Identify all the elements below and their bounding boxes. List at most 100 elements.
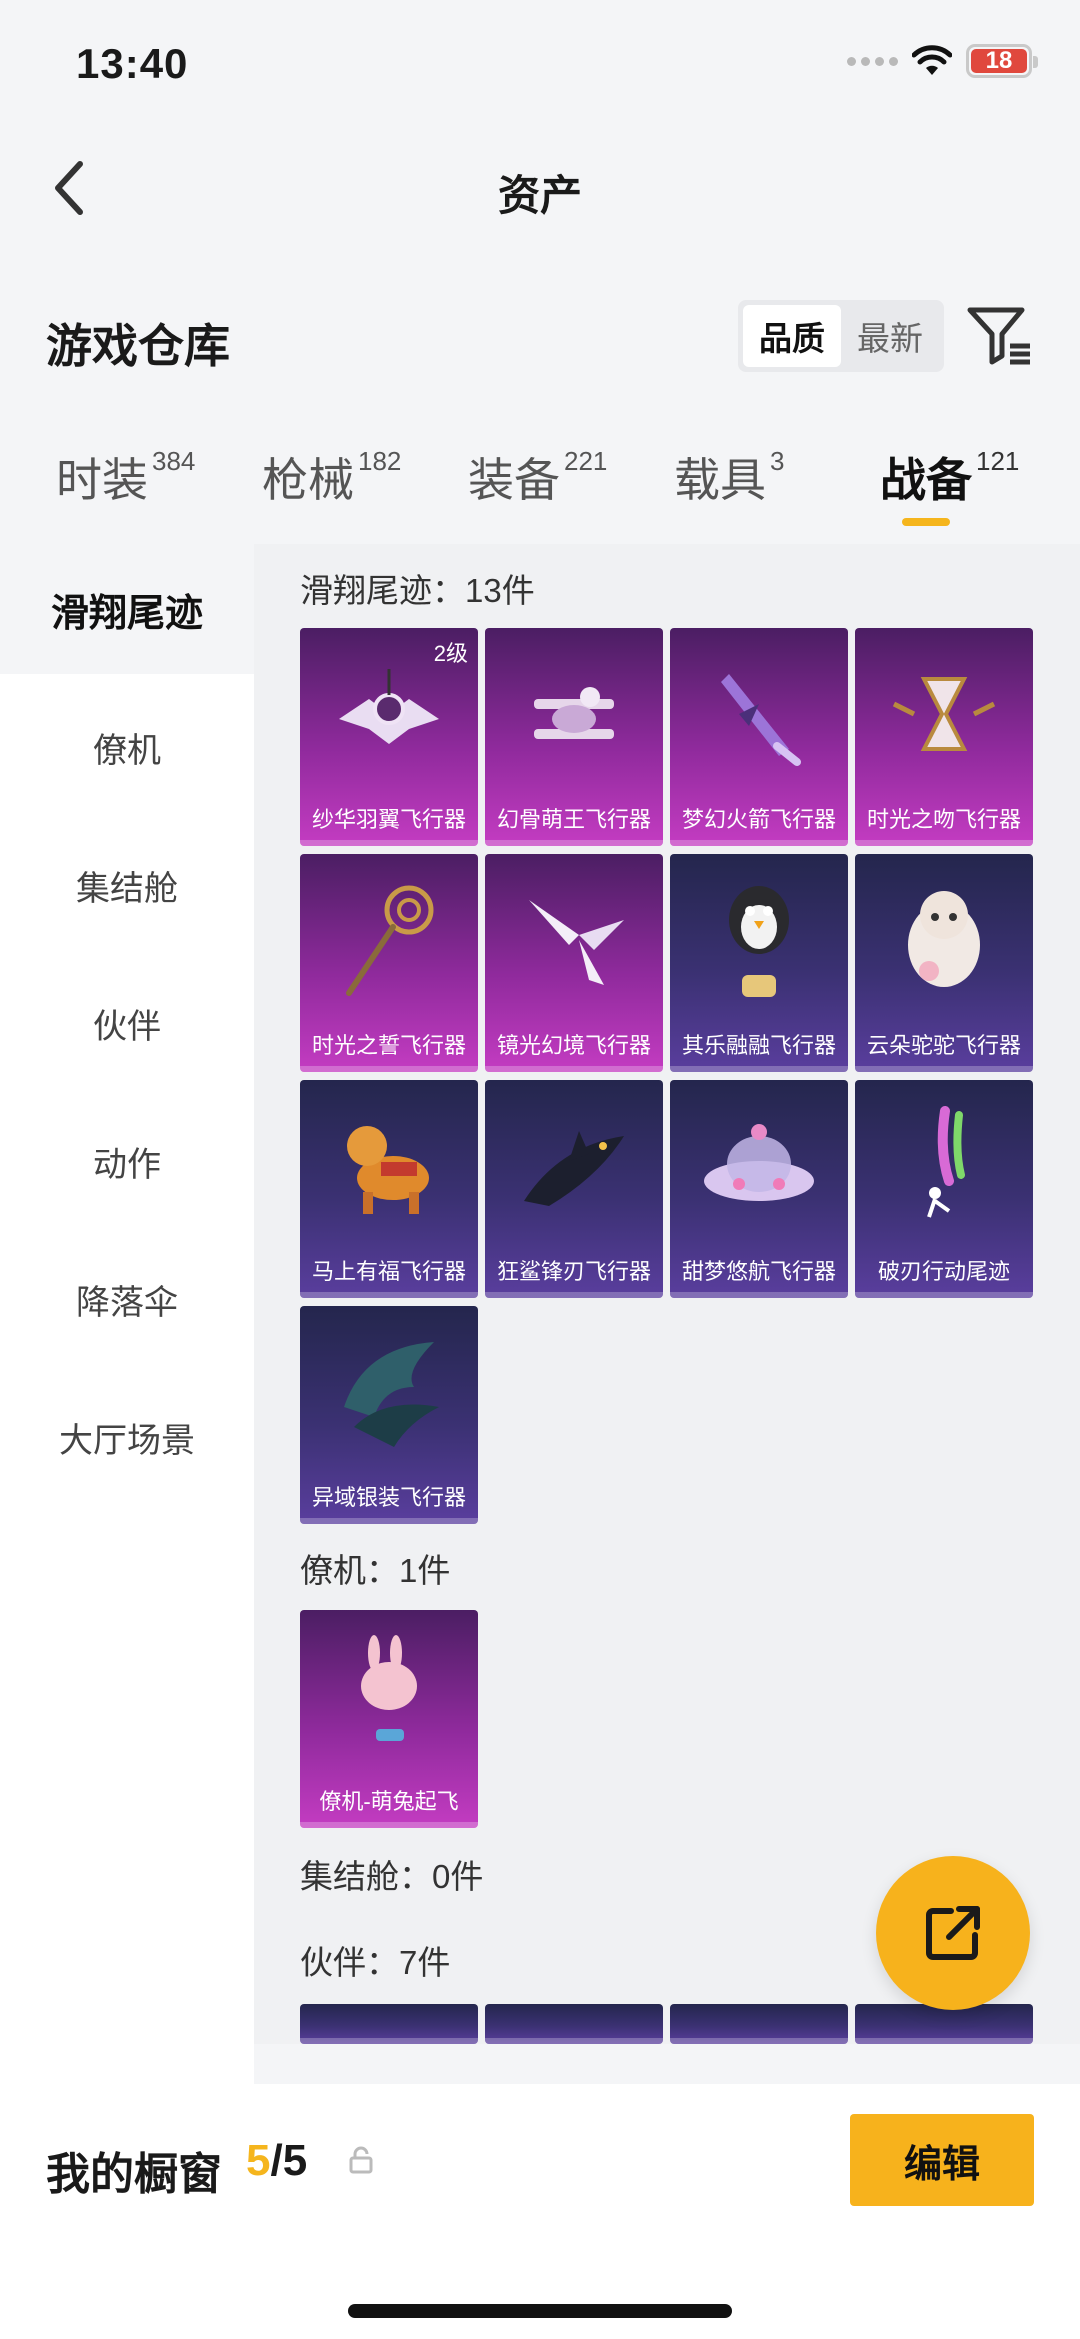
item-name: 云朵驼驼飞行器 [866, 1033, 1021, 1058]
warehouse-header: 游戏仓库 品质 最新 [0, 290, 1080, 380]
tab-vehicles[interactable]: 载具 3 [674, 444, 784, 510]
bunny-drone-icon [300, 1610, 478, 1782]
item-card[interactable]: 破刃行动尾迹 [855, 1080, 1033, 1298]
sort-quality-button[interactable]: 品质 [743, 305, 841, 367]
sidebar-item-lobby-scene[interactable]: 大厅场景 [0, 1372, 254, 1502]
tab-count: 121 [976, 446, 1020, 476]
showcase-label: 我的橱窗 [46, 2150, 222, 2199]
tab-guns[interactable]: 枪械 182 [262, 444, 401, 510]
showcase-total: /5 [270, 2136, 308, 2185]
share-button[interactable] [876, 1856, 1030, 2010]
filter-button[interactable] [966, 304, 1034, 368]
tab-count: 3 [770, 446, 785, 476]
battery-icon: 18 [966, 44, 1038, 78]
tab-label: 枪械 [262, 454, 354, 506]
tab-label: 时装 [56, 454, 148, 506]
status-indicators: 18 [847, 44, 1038, 78]
tab-count: 384 [152, 446, 196, 476]
item-card[interactable]: 云朵驼驼飞行器 [855, 854, 1033, 1072]
item-name: 幻骨萌王飞行器 [496, 807, 651, 832]
toy-horse-icon [300, 1080, 478, 1252]
battery-level: 18 [971, 47, 1027, 74]
crystal-wings-icon [485, 854, 663, 1026]
tab-fashion[interactable]: 时装 384 [56, 444, 195, 510]
item-card[interactable]: 梦幻火箭飞行器 [670, 628, 848, 846]
tab-battle-gear[interactable]: 战备 121 [880, 444, 1019, 510]
tab-label: 载具 [674, 454, 766, 506]
status-time: 13:40 [76, 40, 189, 87]
smoke-trail-icon [855, 1080, 1033, 1252]
item-name: 梦幻火箭飞行器 [681, 807, 836, 832]
item-card[interactable]: 镜光幻境飞行器 [485, 854, 663, 1072]
signal-icon [847, 56, 898, 66]
item-card[interactable]: 时光之誓飞行器 [300, 854, 478, 1072]
page-title: 资产 [497, 172, 582, 219]
tab-equipment[interactable]: 装备 221 [468, 444, 607, 510]
sidebar-item-wingman[interactable]: 僚机 [0, 682, 254, 812]
share-icon [926, 1906, 980, 1960]
edit-button[interactable]: 编辑 [850, 2114, 1034, 2206]
sort-toggle: 品质 最新 [738, 300, 944, 372]
item-card[interactable]: 马上有福飞行器 [300, 1080, 478, 1298]
item-name: 异域银装飞行器 [311, 1485, 466, 1510]
nav-bar: 资产 [0, 140, 1080, 236]
sidebar-item-glide-trail[interactable]: 滑翔尾迹 [0, 544, 254, 674]
status-bar: 13:40 18 [0, 0, 1080, 130]
sidebar-item-rally-pod[interactable]: 集结舱 [0, 820, 254, 950]
item-card[interactable]: 异域银装飞行器 [300, 1306, 478, 1524]
rocket-icon [670, 628, 848, 800]
item-content: 滑翔尾迹：13件 2级 纱华羽翼飞行器 幻骨萌王飞行器 梦幻火箭飞行器 时光之吻… [254, 544, 1080, 2044]
item-card[interactable]: 其乐融融飞行器 [670, 854, 848, 1072]
item-name: 狂鲨锋刃飞行器 [496, 1259, 651, 1284]
lock-icon [348, 2146, 374, 2179]
sort-newest-button[interactable]: 最新 [841, 305, 939, 367]
showcase-count: 5/5 [246, 2136, 307, 2186]
item-name: 纱华羽翼飞行器 [311, 807, 466, 832]
item-card[interactable]: 僚机-萌兔起飞 [300, 1610, 478, 1828]
item-card[interactable]: 幻骨萌王飞行器 [485, 628, 663, 846]
item-card[interactable] [855, 2004, 1033, 2044]
bottom-bar: 我的橱窗 5/5 编辑 [0, 2084, 1080, 2339]
item-card[interactable] [670, 2004, 848, 2044]
wifi-icon [912, 45, 952, 75]
biplane-icon [485, 628, 663, 800]
item-card[interactable]: 2级 纱华羽翼飞行器 [300, 628, 478, 846]
item-name: 时光之誓飞行器 [311, 1033, 466, 1058]
sidebar-item-parachute[interactable]: 降落伞 [0, 1234, 254, 1364]
item-name: 镜光幻境飞行器 [496, 1033, 651, 1058]
scepter-icon [300, 854, 478, 1026]
item-card[interactable]: 甜梦悠航飞行器 [670, 1080, 848, 1298]
sidebar: 滑翔尾迹 僚机 集结舱 伙伴 动作 降落伞 大厅场景 [0, 544, 254, 2084]
item-name: 时光之吻飞行器 [866, 807, 1021, 832]
item-card[interactable] [485, 2004, 663, 2044]
tab-count: 182 [358, 446, 402, 476]
category-tabs: 时装 384 枪械 182 装备 221 载具 3 战备 121 [0, 430, 1080, 540]
shark-icon [485, 1080, 663, 1252]
item-card[interactable]: 时光之吻飞行器 [855, 628, 1033, 846]
section-title: 伙伴：7件 [300, 1944, 451, 1981]
level-badge: 2级 [433, 641, 468, 666]
item-name: 其乐融融飞行器 [681, 1033, 836, 1058]
warehouse-title: 游戏仓库 [46, 320, 230, 372]
penguin-balloon-icon [670, 854, 848, 1026]
tab-count: 221 [564, 446, 608, 476]
item-card[interactable]: 狂鲨锋刃飞行器 [485, 1080, 663, 1298]
sidebar-item-emote[interactable]: 动作 [0, 1096, 254, 1226]
tab-label: 战备 [880, 454, 972, 506]
showcase-current: 5 [246, 2136, 271, 2185]
item-name: 马上有福飞行器 [311, 1259, 466, 1284]
filter-icon [967, 307, 1030, 365]
section-title: 滑翔尾迹：13件 [300, 572, 535, 609]
item-name: 甜梦悠航飞行器 [681, 1259, 836, 1284]
item-name: 破刃行动尾迹 [877, 1259, 1010, 1284]
section-title: 集结舱：0件 [300, 1858, 484, 1895]
tab-active-indicator [902, 518, 950, 526]
ufo-icon [670, 1080, 848, 1252]
home-indicator [348, 2304, 732, 2318]
item-card[interactable] [300, 2004, 478, 2044]
section-title: 僚机：1件 [300, 1552, 451, 1589]
item-name: 僚机-萌兔起飞 [319, 1789, 459, 1814]
tab-label: 装备 [468, 454, 560, 506]
hourglass-icon [855, 628, 1033, 800]
sidebar-item-companion[interactable]: 伙伴 [0, 958, 254, 1088]
